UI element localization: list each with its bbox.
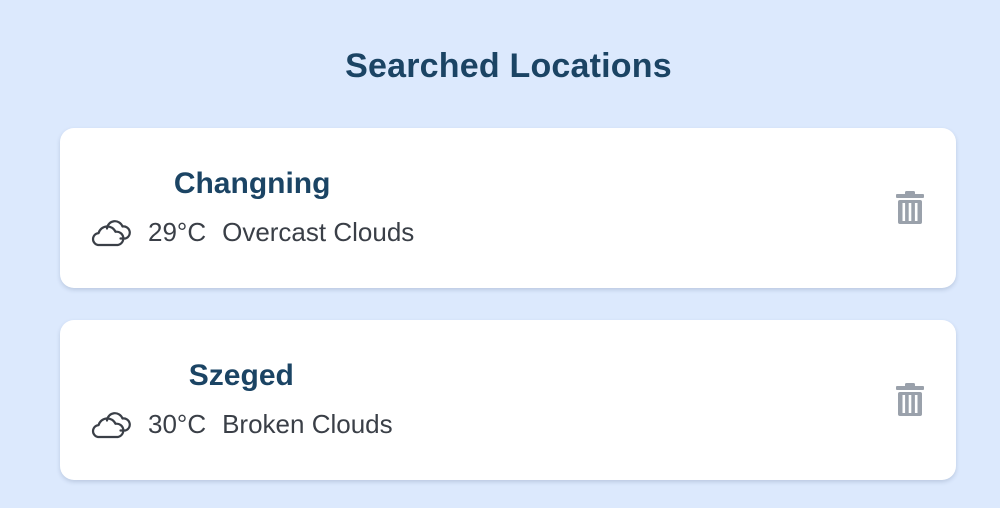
weather-condition: Overcast Clouds xyxy=(222,217,415,247)
temperature: 30°C xyxy=(148,409,207,439)
city-name: Szeged xyxy=(188,359,294,392)
location-card[interactable]: Changning 29°C Overcast Clouds xyxy=(60,128,956,288)
trash-icon[interactable] xyxy=(894,382,926,418)
weather-row: 30°C Broken Clouds xyxy=(90,408,393,440)
weather-row: 29°C Overcast Clouds xyxy=(90,216,414,248)
city-name: Changning xyxy=(173,167,331,200)
cloud-icon xyxy=(90,216,134,248)
location-info: Szeged 30°C Broken Clouds xyxy=(90,358,393,440)
trash-icon[interactable] xyxy=(894,190,926,226)
location-card[interactable]: Szeged 30°C Broken Clouds xyxy=(60,320,956,480)
page: Searched Locations Changning 29°C Overca… xyxy=(0,0,1000,508)
cloud-icon xyxy=(90,408,134,440)
weather-condition: Broken Clouds xyxy=(222,409,393,439)
location-info: Changning 29°C Overcast Clouds xyxy=(90,166,414,248)
page-title: Searched Locations xyxy=(345,47,672,85)
temperature: 29°C xyxy=(148,217,207,247)
